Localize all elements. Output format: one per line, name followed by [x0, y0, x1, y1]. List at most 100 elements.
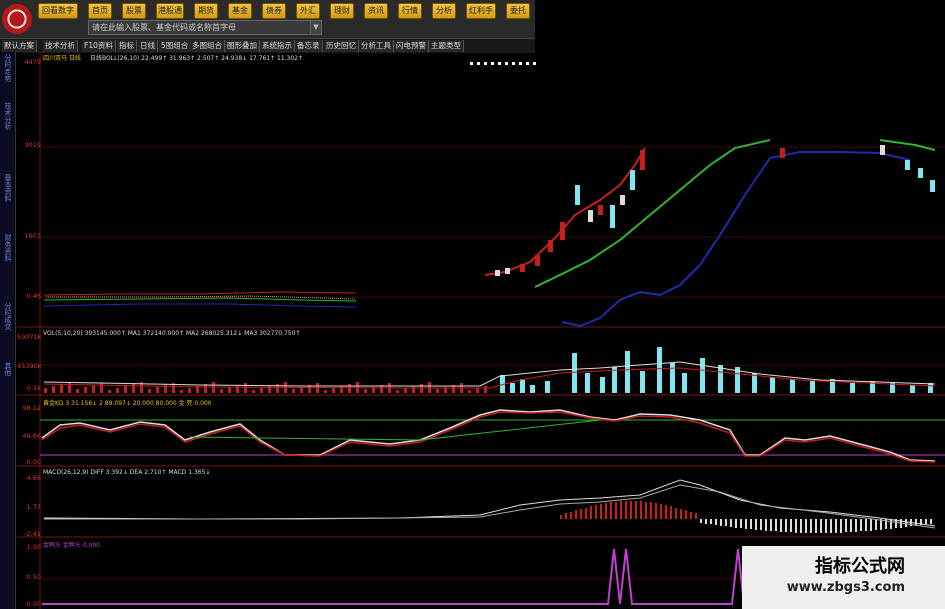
- volume-bar: [790, 379, 795, 393]
- axis-tick-label: 3019: [24, 141, 41, 149]
- volume-ma-line: [43, 361, 936, 387]
- candle: [640, 150, 645, 170]
- macd-indicator-label: MACD(26,12,9) DIFF 3.392↓ DEA 2.710↑ MAC…: [43, 469, 211, 476]
- candle: [880, 145, 885, 155]
- macd-bar: [780, 519, 782, 532]
- macd-bar: [660, 504, 662, 519]
- volume-bar: [670, 363, 675, 393]
- macd-bar: [745, 519, 747, 529]
- axis-tick-label: 98.12: [22, 404, 41, 412]
- macd-bar: [580, 509, 582, 519]
- macd-bar: [565, 513, 567, 519]
- price-marker: [470, 62, 473, 65]
- volume-bar: [60, 384, 63, 393]
- axis-tick-label: 4479: [24, 58, 41, 66]
- macd-bar: [665, 505, 667, 519]
- volume-bar: [92, 385, 95, 393]
- candle: [930, 180, 935, 192]
- volume-bar: [324, 390, 327, 393]
- price-marker: [512, 62, 515, 65]
- macd-bar: [865, 519, 867, 531]
- macd-bar: [810, 519, 812, 533]
- macd-bar: [730, 519, 732, 527]
- macd-bar: [905, 519, 907, 527]
- candle: [610, 205, 615, 228]
- volume-bar: [156, 387, 159, 393]
- volume-bar: [625, 351, 630, 393]
- volume-bar: [476, 388, 479, 393]
- volume-bar: [545, 381, 550, 393]
- volume-bar: [148, 389, 151, 393]
- volume-bar: [116, 388, 119, 393]
- volume-bar: [468, 390, 471, 393]
- candle: [630, 170, 635, 190]
- volume-bar: [396, 390, 399, 393]
- macd-bar: [560, 515, 562, 519]
- macd-bar: [715, 519, 717, 525]
- volume-bar: [718, 365, 723, 393]
- macd-bar: [840, 519, 842, 533]
- macd-bar: [750, 519, 752, 529]
- watermark-banner: 指标公式网 www.zbgs3.com: [742, 546, 945, 609]
- macd-bar: [755, 519, 757, 530]
- macd-bar: [600, 504, 602, 519]
- macd-bar: [740, 519, 742, 528]
- macd-bar: [725, 519, 727, 526]
- macd-bar: [815, 519, 817, 533]
- macd-bar: [705, 519, 707, 524]
- macd-bar: [645, 502, 647, 519]
- macd-bar: [820, 519, 822, 533]
- volume-bar: [220, 389, 223, 393]
- volume-bar: [585, 373, 590, 393]
- price-marker: [484, 62, 487, 65]
- macd-bar: [595, 505, 597, 519]
- axis-tick-label: 1.77: [26, 503, 41, 511]
- macd-bar: [760, 519, 762, 530]
- macd-bar: [625, 501, 627, 519]
- price-marker: [505, 62, 508, 65]
- candle: [620, 195, 625, 205]
- volume-bar: [244, 383, 247, 393]
- volume-bar: [657, 347, 662, 393]
- macd-bar: [875, 519, 877, 530]
- macd-bar: [650, 502, 652, 519]
- macd-bar: [835, 519, 837, 533]
- axis-tick-label: 45390k: [17, 362, 42, 370]
- volume-bar: [180, 390, 183, 393]
- volume-bar: [228, 387, 231, 393]
- volume-bar: [188, 388, 191, 393]
- axis-tick-label: 4.66: [26, 474, 41, 482]
- macd-bar: [735, 519, 737, 528]
- volume-bar: [76, 389, 79, 393]
- volume-bar: [332, 388, 335, 393]
- volume-bar: [700, 358, 705, 393]
- macd-bar: [870, 519, 872, 531]
- candle: [548, 240, 553, 252]
- macd-bar: [710, 519, 712, 524]
- volume-bar: [910, 385, 915, 393]
- macd-bar: [855, 519, 857, 532]
- volume-bar: [612, 367, 617, 393]
- macd-bar: [570, 512, 572, 519]
- macd-bar: [765, 519, 767, 531]
- macd-bar: [845, 519, 847, 532]
- macd-bar: [790, 519, 792, 532]
- volume-bar: [600, 377, 605, 393]
- candle: [495, 270, 500, 276]
- volume-bar: [412, 386, 415, 393]
- axis-tick-label: 49.66: [22, 432, 41, 440]
- macd-bar: [610, 502, 612, 519]
- axis-tick-label: 0.00: [26, 600, 41, 608]
- macd-bar: [700, 519, 702, 523]
- watermark-url: www.zbgs3.com: [786, 580, 905, 595]
- macd-bar: [655, 503, 657, 519]
- volume-bar: [810, 381, 815, 393]
- boll-upper-line: [484, 147, 646, 276]
- candle: [588, 210, 593, 222]
- candle: [918, 168, 923, 178]
- macd-bar: [720, 519, 722, 526]
- volume-bar: [572, 353, 577, 393]
- volume-bar: [364, 389, 367, 393]
- axis-tick-label: 59071k: [17, 333, 42, 341]
- volume-bar: [108, 390, 111, 393]
